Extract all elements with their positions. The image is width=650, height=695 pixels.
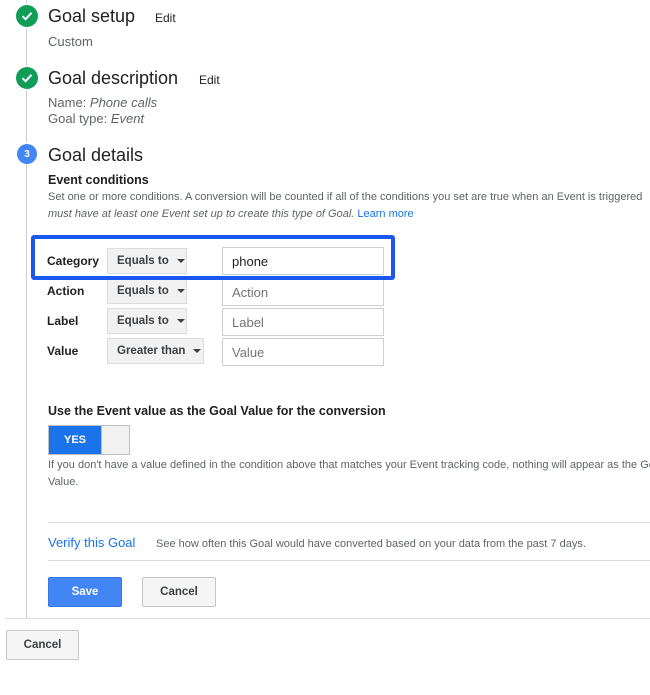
event-conditions-heading: Event conditions: [48, 173, 149, 187]
event-conditions-description: Set one or more conditions. A conversion…: [48, 191, 643, 203]
verify-divider-bottom: [48, 560, 650, 561]
goal-name-value: Phone calls: [89, 95, 158, 110]
action-operator-value: Equals to: [117, 285, 169, 297]
goal-type-value: Event: [110, 111, 145, 126]
toggle-on-label: YES: [49, 426, 101, 454]
goal-editor: Goal setup Edit Custom Goal description …: [0, 0, 650, 695]
goal-name-label: Name:: [48, 95, 90, 110]
goal-setup-title: Goal setup: [48, 6, 136, 26]
verify-divider-top: [48, 522, 650, 523]
learn-more-link[interactable]: Learn more: [357, 208, 413, 220]
step-connector: [26, 0, 27, 4]
save-button[interactable]: Save: [48, 577, 122, 607]
goal-setup-edit-link[interactable]: Edit: [155, 11, 176, 25]
condition-label-value: Value: [47, 344, 79, 358]
label-operator-dropdown[interactable]: Equals to: [107, 308, 187, 334]
goal-setup-summary: Custom: [48, 34, 93, 49]
condition-label-action: Action: [47, 284, 85, 298]
toggle-thumb: [101, 426, 129, 454]
goal-description-title: Goal description: [48, 68, 179, 88]
event-conditions-description-2: must have at least one Event set up to c…: [48, 208, 414, 220]
step-number-badge: 3: [17, 144, 37, 164]
goal-value-heading: Use the Event value as the Goal Value fo…: [48, 404, 386, 418]
label-value-input[interactable]: [222, 308, 384, 336]
goal-value-note: If you don't have a value defined in the…: [48, 459, 650, 471]
step-connector: [26, 28, 27, 66]
label-operator-value: Equals to: [117, 315, 169, 327]
goal-type-label: Goal type:: [48, 111, 111, 126]
goal-description-edit-link[interactable]: Edit: [199, 73, 220, 87]
goal-details-title: Goal details: [48, 145, 144, 165]
caret-down-icon: [193, 349, 202, 353]
goal-name-summary: Name: Phone calls: [48, 95, 157, 110]
goal-type-summary: Goal type: Event: [48, 111, 144, 126]
step-connector: [26, 90, 27, 142]
check-icon: [16, 5, 38, 27]
check-icon: [16, 67, 38, 89]
cancel-button[interactable]: Cancel: [142, 577, 216, 607]
action-operator-dropdown[interactable]: Equals to: [107, 278, 187, 304]
category-row-highlight: [31, 235, 395, 280]
event-conditions-note: must have at least one Event set up to c…: [48, 208, 355, 220]
action-value-input[interactable]: [222, 278, 384, 306]
goal-value-note-2: Value.: [48, 476, 79, 488]
value-operator-dropdown[interactable]: Greater than: [107, 338, 204, 364]
condition-label-label: Label: [47, 314, 79, 328]
outer-cancel-button[interactable]: Cancel: [6, 630, 79, 660]
caret-down-icon: [176, 319, 185, 323]
step-connector: [26, 164, 27, 619]
verify-goal-link[interactable]: Verify this Goal: [48, 535, 135, 550]
outer-divider: [5, 618, 650, 619]
verify-description: See how often this Goal would have conve…: [156, 538, 586, 550]
goal-value-toggle[interactable]: YES: [48, 425, 130, 455]
value-operator-value: Greater than: [117, 345, 186, 357]
value-value-input[interactable]: [222, 338, 384, 366]
caret-down-icon: [176, 289, 185, 293]
